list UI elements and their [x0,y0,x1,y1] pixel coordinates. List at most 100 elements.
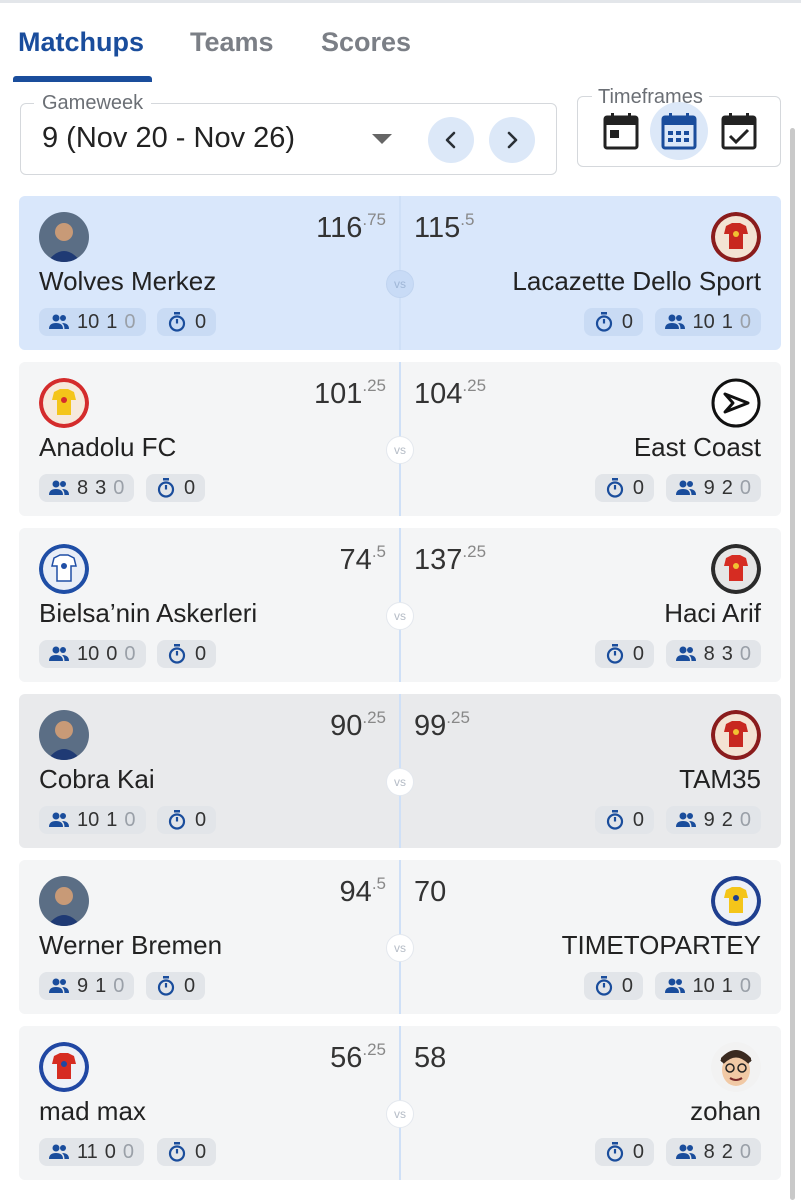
team-name[interactable]: TAM35 [679,764,761,795]
timer-value: 0 [621,310,633,333]
score-fraction: .25 [462,376,487,395]
team-name[interactable]: Anadolu FC [39,432,176,463]
timer-icon [168,644,186,664]
players-playing: 1 [95,974,107,997]
matchup-card[interactable]: vs 74.5 Bielsa’nin Askerleri 10 0 0 0 137.25 Hac… [19,528,781,682]
timer-icon [157,976,175,996]
score-main: 101 [313,378,363,410]
score-main: 70 [414,876,447,908]
players-icon [49,1144,69,1159]
players-playing: 2 [721,1140,733,1163]
scrollbar[interactable] [790,128,795,1200]
players-remaining: 0 [739,808,751,831]
matchup-card[interactable]: vs 94.5 Werner Bremen 9 1 0 0 70 TIMETOPARTEY 10 1… [19,860,781,1014]
timer-chip: 0 [594,474,654,502]
vs-badge: vs [386,602,414,630]
tab-matchups[interactable]: Matchups [18,22,144,80]
score-main: 115 [414,212,461,244]
players-playing: 0 [106,642,118,665]
team-avatar [39,378,89,428]
players-played: 11 [77,1140,98,1163]
players-chip: 10 0 0 [39,640,146,668]
team-name[interactable]: TIMETOPARTEY [562,930,761,961]
players-icon [49,480,69,495]
players-playing: 3 [95,476,107,499]
team-avatar [711,378,761,428]
players-icon [49,812,69,827]
timer-icon [595,976,612,996]
chevron-right-icon [507,131,518,149]
players-icon [49,646,69,661]
players-icon [49,314,69,329]
next-gameweek-button[interactable] [489,117,535,163]
team-avatar [39,710,89,760]
tab-scores[interactable]: Scores [321,22,411,80]
players-played: 10 [692,974,715,997]
players-remaining: 0 [124,642,136,665]
timer-chip: 0 [594,1138,654,1166]
timer-value: 0 [632,642,644,665]
prev-gameweek-button[interactable] [428,117,474,163]
team-name[interactable]: Bielsa’nin Askerleri [39,598,257,629]
team-name[interactable]: mad max [39,1096,146,1127]
calendar-week-icon[interactable] [650,102,708,160]
calendar-day-icon[interactable] [592,105,650,157]
timer-value: 0 [632,808,644,831]
top-border [0,0,801,3]
players-remaining: 0 [124,808,136,831]
score-main: 104 [414,378,463,410]
players-chip: 920 [665,806,761,834]
score-fraction: .25 [446,708,470,727]
timer-icon [168,1142,186,1162]
players-chip: 10 1 0 [39,308,146,336]
team-name[interactable]: Wolves Merkez [39,266,216,297]
score-fraction: .25 [362,1040,386,1059]
matchup-card[interactable]: vs 56.25 mad max 11 0 0 0 58 zohan 8 2 0 0 [19,1026,781,1180]
team-name[interactable]: zohan [690,1096,761,1127]
team-name[interactable]: East Coast [634,432,761,463]
timer-icon [606,478,623,498]
players-playing: 1 [721,974,733,997]
timer-chip: 0 [157,806,217,834]
team-name[interactable]: Haci Arif [664,598,761,629]
team-score: 115.5 [414,210,474,245]
score-fraction: .25 [362,708,386,727]
matchup-card[interactable]: vs 116.75 Wolves Merkez 10 1 0 0 115.5 Lacazette… [19,196,781,350]
players-icon [675,646,696,661]
team-avatar [711,544,761,594]
team-name[interactable]: Cobra Kai [39,764,155,795]
players-played: 10 [692,310,715,333]
players-played: 10 [77,310,100,333]
team-avatar [711,1042,761,1092]
team-name[interactable]: Lacazette Dello Sport [512,266,761,297]
calendar-check-icon[interactable] [710,105,768,157]
tab-teams[interactable]: Teams [190,22,274,80]
players-icon [675,812,696,827]
team-score: 58 [414,1042,446,1075]
players-icon [664,314,685,329]
dropdown-caret-icon[interactable] [372,134,392,144]
players-remaining: 0 [739,310,751,333]
team-avatar [39,544,89,594]
timer-chip: 0 [583,308,643,336]
players-playing: 1 [106,310,118,333]
team-score: 90.25 [330,708,386,743]
matchup-card[interactable]: vs 101.25 Anadolu FC 8 3 0 0 104.25 East Coast 9 2… [19,362,781,516]
team-score: 99.25 [414,708,470,743]
timer-icon [606,810,623,830]
score-main: 56 [330,1042,363,1074]
team-name[interactable]: Werner Bremen [39,930,222,961]
team-score: 70 [414,876,446,909]
matchup-card[interactable]: vs 90.25 Cobra Kai 10 1 0 0 99.25 TAM35 9 2 0 0 [19,694,781,848]
vs-badge: vs [386,934,414,962]
players-remaining: 0 [739,642,751,665]
timer-chip: 0 [157,308,217,336]
timer-value: 0 [632,476,644,499]
team-score: 137.25 [414,542,486,577]
timer-value: 0 [195,1140,207,1163]
team-avatar [711,876,761,926]
gameweek-value[interactable]: 9 (Nov 20 - Nov 26) [42,122,295,155]
players-icon [49,978,69,993]
timer-value: 0 [184,974,196,997]
players-chip: 910 [39,972,135,1000]
